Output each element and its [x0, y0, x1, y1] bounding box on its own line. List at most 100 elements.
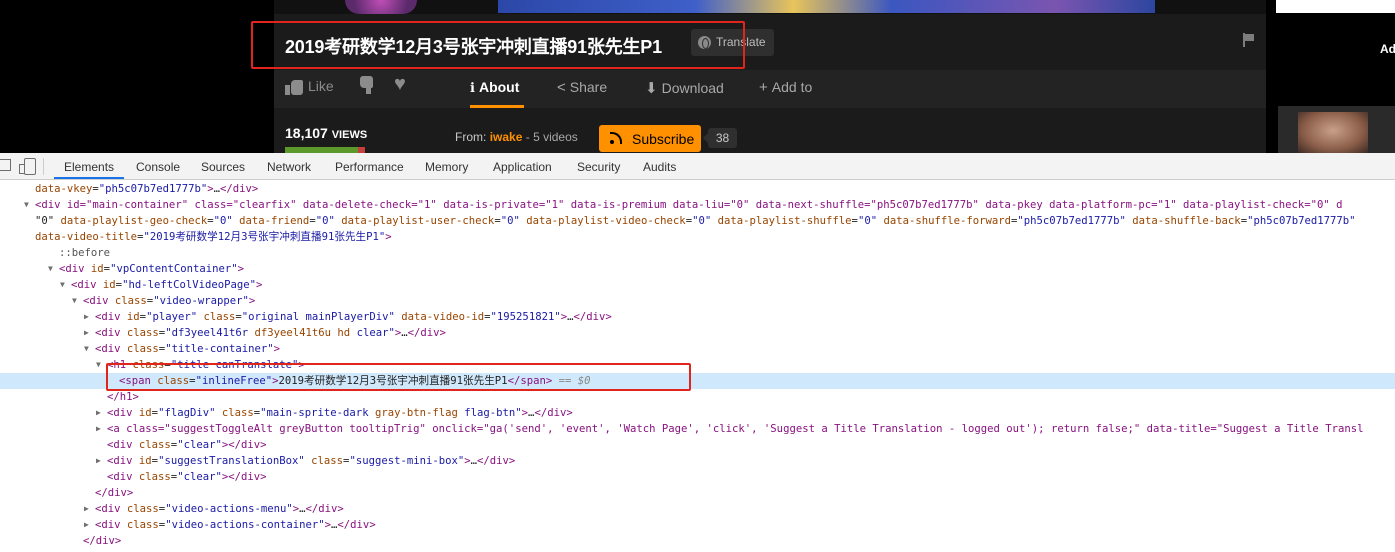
- dom-node[interactable]: ▶ <div class="video-actions-menu">…</div>: [0, 501, 1395, 517]
- uploader-info: From: iwake - 5 videos: [455, 130, 578, 144]
- dom-node-text: <div id="vpContentContainer">: [59, 263, 245, 275]
- tab-security[interactable]: Security: [577, 153, 620, 180]
- uploader-video-count: - 5 videos: [525, 130, 578, 144]
- tab-share[interactable]: < Share: [557, 79, 607, 96]
- tab-download-label: Download: [661, 80, 724, 96]
- video-page: 2019考研数学12月3号张宇冲刺直播91张先生P1 Translate Lik…: [0, 0, 1395, 153]
- dom-node[interactable]: "0" data-playlist-geo-check="0" data-fri…: [0, 213, 1395, 229]
- from-label: From:: [455, 130, 487, 144]
- heart-icon[interactable]: ♥: [394, 74, 406, 94]
- view-count: 18,107 VIEWS: [285, 125, 367, 141]
- tab-about-underline: [470, 105, 524, 108]
- active-tab-indicator: [54, 177, 124, 179]
- subscriber-count: 38: [703, 128, 737, 148]
- plus-icon: +: [759, 79, 768, 96]
- dom-node[interactable]: </div>: [0, 485, 1395, 501]
- dom-node[interactable]: </div>: [0, 533, 1395, 549]
- device-toggle-icon[interactable]: [19, 158, 36, 175]
- subscribe-button[interactable]: Subscribe: [599, 125, 701, 152]
- dom-node[interactable]: data-video-title="2019考研数学12月3号张宇冲刺直播91张…: [0, 229, 1395, 245]
- banner-art-left: [345, 0, 417, 14]
- collapse-triangle-icon[interactable]: ▼: [84, 341, 89, 357]
- dom-node-text: </div>: [95, 487, 134, 499]
- download-icon: ⬇: [645, 80, 658, 97]
- dom-node[interactable]: ▶ <div id="player" class="original mainPl…: [0, 309, 1395, 325]
- collapse-triangle-icon[interactable]: ▼: [72, 293, 77, 309]
- tab-add-to-label: Add to: [771, 79, 813, 95]
- flag-icon[interactable]: [1243, 33, 1255, 47]
- toolbar-divider: [43, 158, 44, 175]
- inspect-element-icon[interactable]: [0, 159, 11, 172]
- dom-node-text: data-video-title="2019考研数学12月3号张宇冲刺直播91张…: [35, 231, 392, 243]
- dom-node[interactable]: ▼ <div id="vpContentContainer">: [0, 261, 1395, 277]
- thumbs-up-icon[interactable]: [285, 78, 305, 96]
- dom-node[interactable]: <div class="clear"></div>: [0, 469, 1395, 485]
- sidebar-white-block: [1276, 0, 1395, 13]
- expand-triangle-icon[interactable]: ▶: [96, 405, 101, 421]
- subscribe-label: Subscribe: [632, 131, 695, 147]
- tab-performance[interactable]: Performance: [335, 153, 404, 180]
- tab-network[interactable]: Network: [267, 153, 311, 180]
- highlight-box-span: [106, 363, 691, 391]
- tab-about[interactable]: ℹ About: [470, 79, 519, 96]
- devtools-toolbar: Elements Console Sources Network Perform…: [0, 153, 1395, 180]
- like-label[interactable]: Like: [308, 78, 334, 94]
- tab-console[interactable]: Console: [136, 153, 180, 180]
- dom-node[interactable]: ▶ <a class="suggestToggleAlt greyButton t…: [0, 421, 1395, 437]
- thumbs-down-icon[interactable]: [360, 76, 378, 94]
- expand-triangle-icon[interactable]: ▶: [84, 517, 89, 533]
- view-count-number: 18,107: [285, 125, 328, 141]
- share-icon: <: [557, 79, 566, 96]
- dom-node-text: </h1>: [107, 391, 139, 403]
- dom-node-text: </div>: [83, 535, 122, 547]
- dom-node[interactable]: ▶ <div id="flagDiv" class="main-sprite-da…: [0, 405, 1395, 421]
- dom-node[interactable]: ▶ <div class="video-actions-container">…<…: [0, 517, 1395, 533]
- tab-sources[interactable]: Sources: [201, 153, 245, 180]
- dom-node[interactable]: ▶ <div id="suggestTranslationBox" class="…: [0, 453, 1395, 469]
- expand-triangle-icon[interactable]: ▶: [84, 309, 89, 325]
- tab-download[interactable]: ⬇ Download: [645, 79, 724, 97]
- expand-triangle-icon[interactable]: ▶: [84, 501, 89, 517]
- dom-node-text: <div class="video-actions-menu">…</div>: [95, 503, 344, 515]
- dom-node[interactable]: ▼ <div id="hd-leftColVideoPage">: [0, 277, 1395, 293]
- dom-node-text: <div id="flagDiv" class="main-sprite-dar…: [107, 407, 573, 419]
- view-count-label: VIEWS: [331, 129, 368, 141]
- dom-node[interactable]: </h1>: [0, 389, 1395, 405]
- uploader-link[interactable]: iwake: [490, 130, 523, 144]
- collapse-triangle-icon[interactable]: ▼: [96, 357, 101, 373]
- dom-node-text: <div class="df3yeel41t6r df3yeel41t6u hd…: [95, 327, 446, 339]
- tab-elements[interactable]: Elements: [64, 153, 114, 180]
- dom-node[interactable]: ::before: [0, 245, 1395, 261]
- dom-node[interactable]: ▼ <div class="title-container">: [0, 341, 1395, 357]
- dom-node-text: <div id="player" class="original mainPla…: [95, 311, 612, 323]
- info-icon: ℹ: [470, 80, 475, 95]
- ad-banner[interactable]: [498, 0, 1155, 13]
- tab-memory[interactable]: Memory: [425, 153, 468, 180]
- tab-audits[interactable]: Audits: [643, 153, 676, 180]
- dom-node-text: <div id="suggestTranslationBox" class="s…: [107, 455, 516, 467]
- devtools-panel: Elements Console Sources Network Perform…: [0, 153, 1395, 552]
- tab-add-to[interactable]: + Add to: [759, 79, 812, 96]
- dom-node[interactable]: data-vkey="ph5c07b7ed1777b">…</div>: [0, 181, 1395, 197]
- sidebar-thumbnail[interactable]: [1278, 106, 1395, 153]
- dom-node-text: <div class="video-actions-container">…</…: [95, 519, 376, 531]
- dom-node-text: <div class="clear"></div>: [107, 471, 267, 483]
- expand-triangle-icon[interactable]: ▶: [84, 325, 89, 341]
- dom-node-text: <div id="hd-leftColVideoPage">: [71, 279, 263, 291]
- dom-node-text: <div class="video-wrapper">: [83, 295, 256, 307]
- dom-node-text: <div id="main-container" class="clearfix…: [35, 199, 1343, 211]
- dom-node[interactable]: <div class="clear"></div>: [0, 437, 1395, 453]
- expand-triangle-icon[interactable]: ▶: [96, 453, 101, 469]
- dom-node[interactable]: ▼ <div id="main-container" class="clearfi…: [0, 197, 1395, 213]
- dom-node-text: "0" data-playlist-geo-check="0" data-fri…: [35, 215, 1356, 227]
- collapse-triangle-icon[interactable]: ▼: [24, 197, 29, 213]
- expand-triangle-icon[interactable]: ▶: [96, 421, 101, 437]
- collapse-triangle-icon[interactable]: ▼: [48, 261, 53, 277]
- dom-node[interactable]: ▼ <div class="video-wrapper">: [0, 293, 1395, 309]
- collapse-triangle-icon[interactable]: ▼: [60, 277, 65, 293]
- tab-share-label: Share: [569, 79, 608, 95]
- tab-about-label: About: [478, 79, 520, 95]
- dom-node[interactable]: ▶ <div class="df3yeel41t6r df3yeel41t6u h…: [0, 325, 1395, 341]
- dom-node-text: data-vkey="ph5c07b7ed1777b">…</div>: [35, 183, 259, 195]
- tab-application[interactable]: Application: [493, 153, 552, 180]
